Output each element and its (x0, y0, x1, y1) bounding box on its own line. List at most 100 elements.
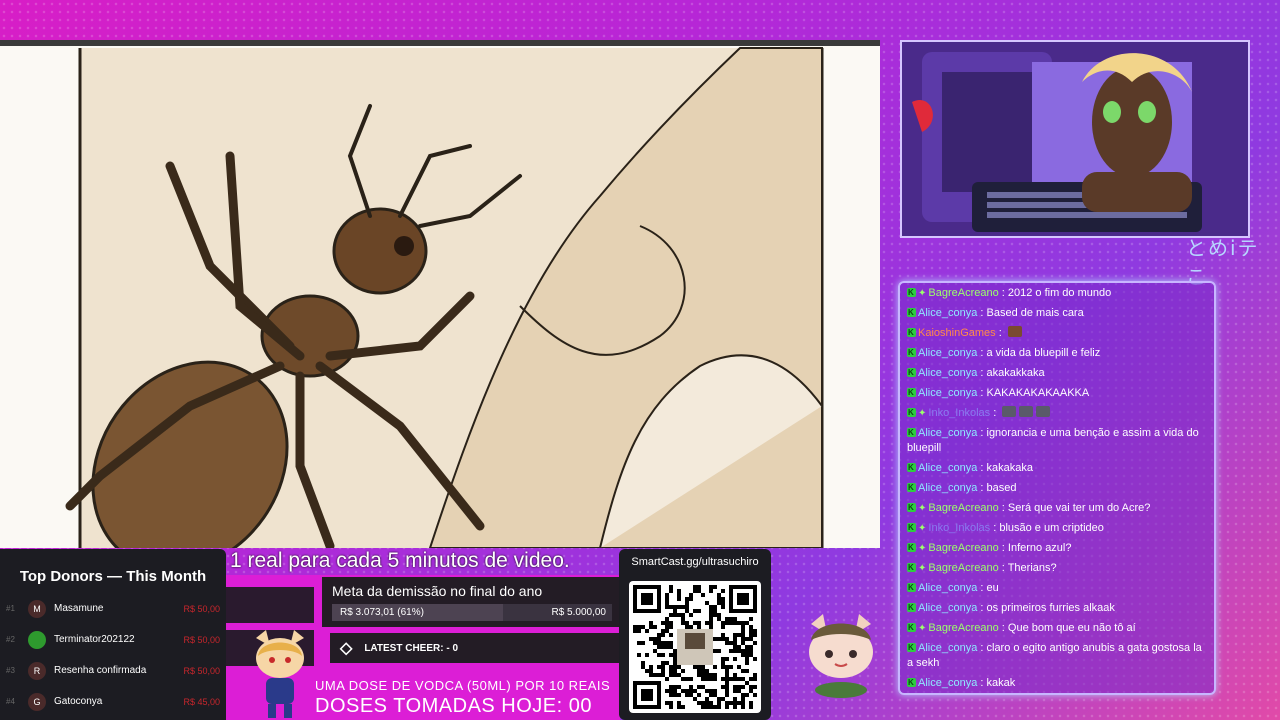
chat-message: KaioshinGames : (904, 323, 1210, 343)
chat-message: Alice_conya : eu (904, 578, 1210, 598)
kick-badge-icon (907, 600, 916, 615)
chat-message: Alice_conya : claro o egito antigo anubi… (904, 638, 1210, 673)
chat-text: Inferno azul? (1007, 542, 1072, 554)
chat-username[interactable]: Alice_conya (918, 387, 977, 399)
chat-message: Alice_conya : Based de mais cara (904, 303, 1210, 323)
chat-username[interactable]: Alice_conya (918, 347, 977, 359)
chat-message: Alice_conya : based (904, 478, 1210, 498)
donor-amount: R$ 45,00 (183, 696, 220, 707)
donor-row: #4 G Gatoconya R$ 45,00 (0, 686, 226, 717)
chat-username[interactable]: Inko_Inkolas (928, 522, 990, 534)
chat-separator: : (990, 407, 1000, 419)
chat-message: ✦BagreAcreano : Será que vai ter um do A… (904, 498, 1210, 518)
kick-badge-icon (907, 365, 916, 380)
chat-separator: : (977, 482, 987, 494)
donor-row: #2 Terminator202122 R$ 50,00 (0, 624, 226, 655)
chat-username[interactable]: BagreAcreano (928, 542, 998, 554)
chat-username[interactable]: Alice_conya (918, 462, 977, 474)
chat-message: Alice_conya : kakak (904, 673, 1210, 693)
chat-username[interactable]: KaioshinGames (918, 327, 996, 339)
chat-username[interactable]: Alice_conya (918, 677, 977, 689)
emote-icon (1019, 406, 1034, 417)
goal-progress-bar: R$ 3.073,01 (61%) R$ 5.000,00 (332, 604, 612, 621)
chat-text: 2012 o fim do mundo (1007, 287, 1112, 299)
webcam-avatar-scene (902, 42, 1248, 236)
chat-username[interactable]: BagreAcreano (928, 287, 998, 299)
kick-badge-icon (907, 480, 916, 495)
sparkle-badge-icon: ✦ (918, 523, 927, 534)
chat-username[interactable]: BagreAcreano (928, 562, 998, 574)
chat-message: Alice_conya : akakakkaka (904, 363, 1210, 383)
chat-separator: : (977, 367, 987, 379)
catgirl-mascot-left (256, 630, 304, 718)
ant-illustration (0, 46, 880, 548)
chat-username[interactable]: BagreAcreano (928, 622, 998, 634)
chat-text: Based de mais cara (986, 307, 1084, 319)
chat-username[interactable]: Alice_conya (918, 307, 977, 319)
chat-text: Que bom que eu não tô aí (1007, 622, 1136, 634)
donor-row: #1 M Masamune R$ 50,00 (0, 593, 226, 624)
donor-name: Terminator202122 (54, 634, 135, 645)
chat-username[interactable]: Alice_conya (918, 482, 977, 494)
kick-badge-icon (907, 385, 916, 400)
donor-rank: #2 (6, 635, 15, 644)
goal-target: R$ 5.000,00 (551, 607, 607, 618)
donor-amount: R$ 50,00 (183, 603, 220, 614)
donor-name: Resenha confirmada (54, 665, 147, 676)
qr-label: SmartCast.gg/ultrasuchiro (631, 556, 759, 568)
emote-icon (1036, 406, 1051, 417)
donor-avatar (28, 630, 46, 649)
kick-badge-icon (907, 305, 916, 320)
chat-text: kakak (986, 677, 1016, 689)
sparkle-badge-icon: ✦ (918, 563, 927, 574)
chat-message: Alice_conya : ignorancia e uma benção e … (904, 423, 1210, 458)
chat-separator: : (998, 502, 1008, 514)
kick-badge-icon (907, 405, 916, 420)
chat-message: ✦BagreAcreano : Therians? (904, 558, 1210, 578)
kick-badge-icon (907, 580, 916, 595)
donor-row: #3 R Resenha confirmada R$ 50,00 (0, 655, 226, 686)
chat-message: ✦Inko_Inkolas : blusão e um criptideo (904, 518, 1210, 538)
chat-text: blusão e um criptideo (999, 522, 1104, 534)
sparkle-badge-icon: ✦ (918, 543, 927, 554)
chat-username[interactable]: BagreAcreano (928, 502, 998, 514)
donor-amount: R$ 50,00 (183, 634, 220, 645)
chat-username[interactable]: Alice_conya (918, 367, 977, 379)
chat-separator: : (998, 622, 1008, 634)
donor-name: Gatoconya (54, 696, 103, 707)
chat-message: ✦BagreAcreano : Que bom que eu não tô aí (904, 618, 1210, 638)
donor-avatar: R (28, 661, 46, 680)
chat-separator: : (977, 677, 987, 689)
chat-username[interactable]: Inko_Inkolas (928, 407, 990, 419)
chat-panel: ✦BagreAcreano : 2012 o fim do mundoAlice… (898, 281, 1216, 695)
chat-message: ✦BagreAcreano : 2012 o fim do mundo (904, 283, 1210, 303)
chat-separator: : (998, 562, 1008, 574)
chat-username[interactable]: Alice_conya (918, 427, 977, 439)
diamond-icon: ◇ (340, 640, 353, 657)
chat-username[interactable]: Alice_conya (918, 582, 977, 594)
chat-separator: : (977, 387, 987, 399)
kick-badge-icon (907, 520, 916, 535)
emote-icon (1007, 326, 1022, 337)
goal-current: R$ 3.073,01 (61%) (340, 607, 424, 618)
goal-title: Meta da demissão no final do ano (332, 583, 543, 599)
chat-separator: : (998, 542, 1008, 554)
kick-badge-icon (907, 560, 916, 575)
donor-list: #1 M Masamune R$ 50,00 #2 Terminator202122 R$ … (0, 593, 226, 717)
dark-panel-block (226, 587, 314, 623)
chat-message: ✦Inko_Inkolas : (904, 403, 1210, 423)
chat-username[interactable]: Alice_conya (918, 602, 977, 614)
kick-badge-icon (907, 620, 916, 635)
donor-amount: R$ 50,00 (183, 665, 220, 676)
donor-rank: #1 (6, 604, 15, 613)
chat-separator: : (977, 602, 987, 614)
chat-text: akakakkaka (986, 367, 1045, 379)
chat-text: based (986, 482, 1017, 494)
donor-avatar: M (28, 599, 46, 618)
qr-code[interactable] (629, 581, 761, 713)
latest-cheer-widget: ◇ LATEST CHEER: - 0 (330, 633, 620, 663)
chat-text: Therians? (1007, 562, 1057, 574)
webcam-feed (900, 40, 1250, 238)
chat-username[interactable]: Alice_conya (918, 642, 977, 654)
kick-badge-icon (907, 640, 916, 655)
